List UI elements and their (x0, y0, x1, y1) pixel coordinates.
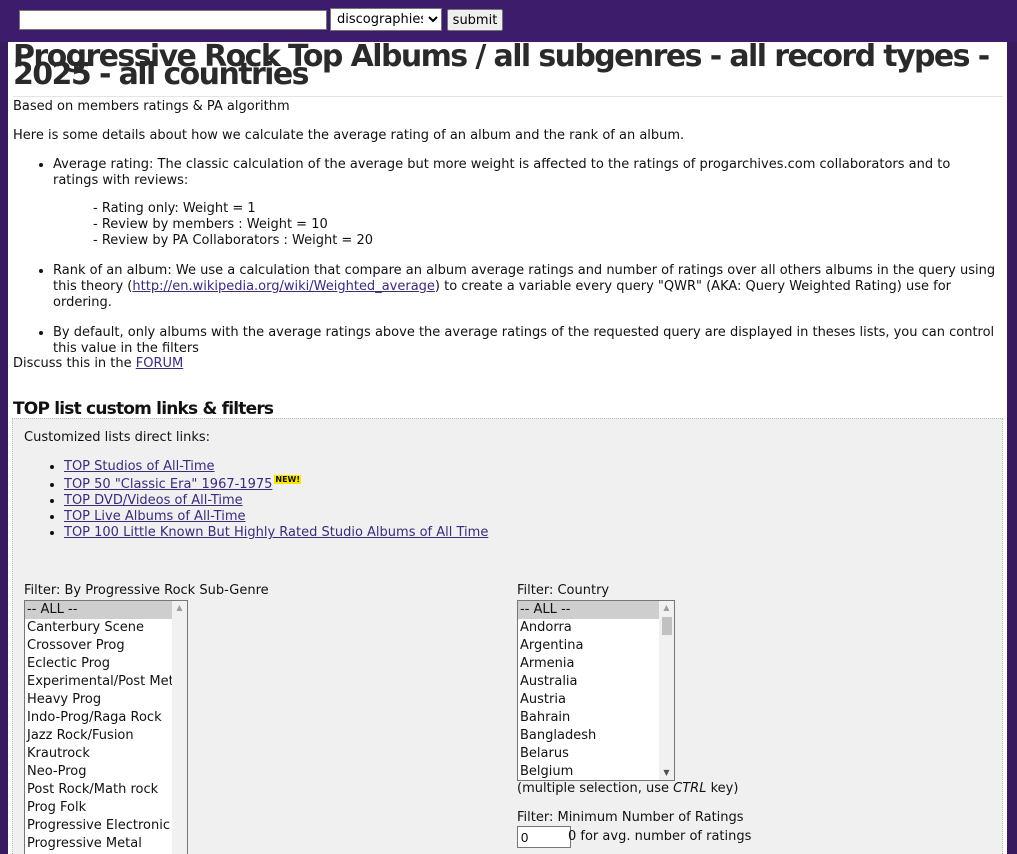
country-option[interactable]: Australia (518, 673, 674, 691)
country-option[interactable]: Bangladesh (518, 727, 674, 745)
country-option[interactable]: Belarus (518, 745, 674, 763)
list-item: TOP 50 "Classic Era" 1967-1975NEW! (64, 475, 488, 493)
country-listbox[interactable]: -- ALL -- Andorra Argentina Armenia Aust… (517, 600, 675, 781)
top-100-little-known-link[interactable]: TOP 100 Little Known But Highly Rated St… (64, 525, 488, 540)
submit-button[interactable]: submit (447, 9, 503, 31)
main-content: Progressive Rock Top Albums / all subgen… (8, 42, 1007, 854)
search-category-select[interactable]: discographies (330, 8, 442, 31)
list-item: TOP Live Albums of All-Time (64, 509, 488, 525)
page-subtitle: Based on members ratings & PA algorithm (13, 99, 290, 114)
forum-link[interactable]: FORUM (136, 356, 183, 371)
list-item: By default, only albums with the average… (53, 325, 998, 357)
scroll-up-arrow-icon[interactable]: ▲ (172, 601, 187, 615)
weight-line: - Rating only: Weight = 1 (93, 201, 256, 216)
top-dvd-videos-link[interactable]: TOP DVD/Videos of All-Time (64, 493, 243, 508)
discuss-line: Discuss this in the FORUM (13, 356, 183, 371)
top-live-albums-link[interactable]: TOP Live Albums of All-Time (64, 509, 245, 524)
weight-line: - Review by PA Collaborators : Weight = … (93, 233, 373, 248)
top-search-bar: discographies submit (0, 0, 1017, 42)
top-studios-link[interactable]: TOP Studios of All-Time (64, 459, 215, 474)
page-title: Progressive Rock Top Albums / all subgen… (13, 42, 1003, 97)
subgenre-option[interactable]: Post Rock/Math rock (25, 781, 187, 799)
country-scrollbar[interactable]: ▲ ▼ (659, 601, 674, 780)
country-option[interactable]: Belgium (518, 763, 674, 780)
direct-links-list: TOP Studios of All-Time TOP 50 "Classic … (24, 459, 488, 541)
subgenre-option[interactable]: Crossover Prog (25, 637, 187, 655)
list-item: TOP DVD/Videos of All-Time (64, 493, 488, 509)
discuss-text: Discuss this in the (13, 356, 136, 371)
subgenre-option[interactable]: Neo-Prog (25, 763, 187, 781)
scroll-thumb[interactable] (662, 617, 672, 635)
subgenre-listbox[interactable]: -- ALL -- Canterbury Scene Crossover Pro… (24, 600, 188, 854)
subgenre-option[interactable]: -- ALL -- (25, 601, 187, 619)
min-ratings-note: 0 for avg. number of ratings (568, 829, 752, 844)
subgenre-option[interactable]: Canterbury Scene (25, 619, 187, 637)
min-ratings-label: Filter: Minimum Number of Ratings (517, 810, 744, 825)
scroll-down-arrow-icon[interactable]: ▼ (659, 766, 674, 780)
list-item: Average rating: The classic calculation … (53, 157, 998, 249)
multiple-selection-note: (multiple selection, use CTRL key) (517, 781, 738, 796)
weighted-average-link[interactable]: http://en.wikipedia.org/wiki/Weighted_av… (132, 279, 435, 294)
subgenre-option[interactable]: Prog Folk (25, 799, 187, 817)
weights-block: - Rating only: Weight = 1 - Review by me… (93, 201, 998, 249)
min-ratings-input[interactable] (517, 826, 571, 848)
subgenre-option[interactable]: Jazz Rock/Fusion (25, 727, 187, 745)
intro-text: Here is some details about how we calcul… (13, 128, 685, 143)
country-option[interactable]: Andorra (518, 619, 674, 637)
subgenre-option[interactable]: Indo-Prog/Raga Rock (25, 709, 187, 727)
default-filter-text: By default, only albums with the average… (53, 325, 995, 356)
new-badge: NEW! (274, 475, 302, 484)
subgenre-option[interactable]: Heavy Prog (25, 691, 187, 709)
country-option[interactable]: Austria (518, 691, 674, 709)
multi-note-end: key) (706, 781, 739, 796)
country-option[interactable]: -- ALL -- (518, 601, 674, 619)
filters-panel: Customized lists direct links: TOP Studi… (12, 418, 1003, 854)
country-option[interactable]: Armenia (518, 655, 674, 673)
subgenre-option[interactable]: Experimental/Post Metal (25, 673, 187, 691)
multi-note-text: (multiple selection, use (517, 781, 674, 796)
weight-line: - Review by members : Weight = 10 (93, 217, 328, 232)
scroll-up-arrow-icon[interactable]: ▲ (659, 601, 674, 615)
subgenre-option[interactable]: Eclectic Prog (25, 655, 187, 673)
country-option[interactable]: Argentina (518, 637, 674, 655)
list-item: TOP 100 Little Known But Highly Rated St… (64, 525, 488, 541)
ctrl-key-text: CTRL (673, 781, 707, 796)
subgenre-filter-label: Filter: By Progressive Rock Sub-Genre (24, 583, 269, 598)
average-rating-text: Average rating: The classic calculation … (53, 157, 951, 188)
subgenre-scrollbar[interactable]: ▲ (172, 601, 187, 854)
top-50-classic-era-link[interactable]: TOP 50 "Classic Era" 1967-1975 (64, 477, 272, 492)
subgenre-option[interactable]: Krautrock (25, 745, 187, 763)
filters-heading: TOP list custom links & filters (13, 399, 274, 419)
list-item: Rank of an album: We use a calculation t… (53, 263, 998, 311)
subgenre-option[interactable]: Progressive Electronic (25, 817, 187, 835)
subgenre-option[interactable]: Progressive Metal (25, 835, 187, 853)
country-filter-label: Filter: Country (517, 583, 610, 598)
country-option[interactable]: Bahrain (518, 709, 674, 727)
search-input[interactable] (19, 10, 327, 30)
explanation-list: Average rating: The classic calculation … (13, 157, 998, 371)
direct-links-title: Customized lists direct links: (24, 430, 211, 445)
list-item: TOP Studios of All-Time (64, 459, 488, 475)
